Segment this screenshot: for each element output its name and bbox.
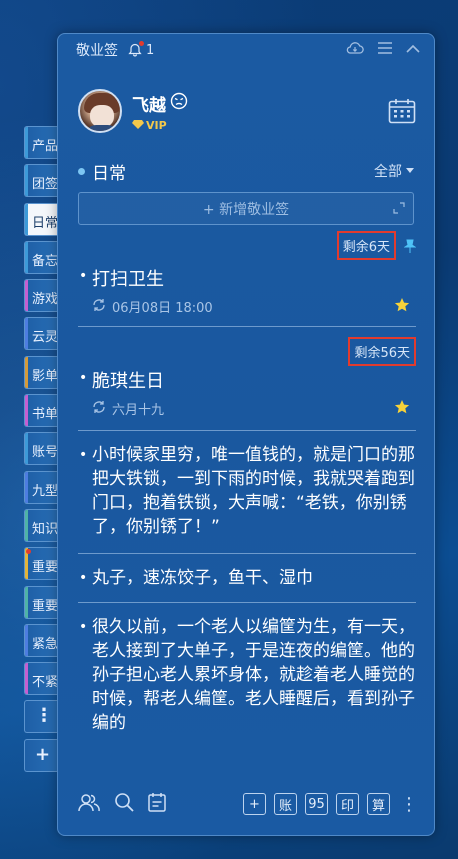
chevron-down-icon (406, 168, 414, 173)
note-item[interactable]: • 丸子，速冻饺子，鱼干、湿巾 (78, 554, 416, 603)
tab-label: 知识 (32, 521, 59, 537)
username: 飞越 (132, 95, 166, 116)
remaining-days-badge: 剩余56天 (348, 337, 416, 366)
print-label: 印 (340, 798, 354, 814)
add-note-label: + 新增敬业签 (202, 201, 290, 218)
print-button[interactable]: 印 (336, 793, 359, 815)
tab-label: 紧急 (32, 636, 59, 652)
tab-label: 书单 (32, 407, 59, 423)
repeat-icon (92, 400, 106, 418)
note-meta: 六月十九 (78, 399, 164, 418)
plus-icon: + (35, 743, 51, 765)
app-name: 敬业签 (76, 43, 118, 59)
filter-dropdown[interactable]: 全部 (374, 161, 414, 181)
ledger-label: 账 (278, 798, 292, 814)
menu-icon[interactable] (378, 42, 392, 58)
profile-header: 飞越 VIP (58, 66, 434, 156)
tab-label: 日常 (32, 215, 59, 231)
note-text: • 丸子，速冻饺子，鱼干、湿巾 (79, 568, 313, 588)
note-title-row: • 打扫卫生 (79, 268, 164, 290)
tab-label: 团签 (32, 177, 59, 193)
vip-label: VIP (146, 118, 167, 132)
tab-label: 不紧 (32, 675, 59, 691)
note-title: 脆琪生日 (92, 371, 164, 392)
category-dot (78, 167, 85, 175)
bottom-toolbar: + 账 95 印 算 ⋮ (58, 773, 434, 835)
tab-label: 游戏 (32, 292, 59, 308)
title-bar: 敬业签 1 (58, 34, 434, 66)
collapse-icon[interactable] (406, 42, 420, 58)
notification-dot (139, 41, 144, 46)
main-panel: 敬业签 1 飞越 VIP 日常 全部 + 新增敬业签 剩余6天 • 打扫卫生 0… (57, 33, 435, 836)
tab-label: 云灵 (32, 330, 59, 346)
avatar[interactable] (78, 89, 122, 133)
tab-label: 影单 (32, 368, 59, 384)
remaining-days-badge: 剩余6天 (336, 231, 396, 260)
tab-label: 账号 (32, 445, 59, 461)
category-header: 日常 全部 (58, 156, 434, 186)
tab-label: 备忘 (32, 253, 59, 269)
ledger-button[interactable]: 账 (274, 793, 297, 815)
add-note-button[interactable]: + 新增敬业签 (78, 192, 414, 225)
note-text: • 小时候家里穷，唯一值钱的，就是门口的那把大铁锁，一到下雨的时候，我就哭着跑到门… (79, 445, 415, 537)
expand-icon[interactable] (393, 202, 405, 218)
tab-label: 重要 (32, 560, 59, 576)
more-vertical-icon: ⋮ (35, 705, 53, 727)
search-icon[interactable] (114, 792, 134, 816)
repeat-icon (92, 298, 106, 316)
tab-label: 九型 (32, 483, 59, 499)
calculator-label: 算 (371, 798, 385, 814)
note-reminder-time: 六月十九 (112, 403, 165, 418)
star-icon[interactable] (394, 297, 410, 317)
note-item[interactable]: • 很久以前，一个老人以编筐为生，有一天，老人接到了大单子，于是连夜的编筐。他的孙… (78, 603, 416, 747)
tab-label: 重要 (32, 598, 59, 614)
username-row: 飞越 (132, 91, 188, 116)
vip-badge: VIP (132, 119, 188, 132)
diamond-icon (132, 119, 144, 132)
more-vertical-icon[interactable]: ⋮ (400, 794, 418, 815)
note-item[interactable]: 剩余56天 • 脆琪生日 六月十九 (78, 327, 416, 431)
users-icon[interactable] (78, 792, 100, 816)
pin-icon[interactable] (403, 238, 417, 257)
notes-list-icon[interactable] (148, 792, 166, 816)
notification-dot (26, 549, 31, 555)
note-list: 剩余6天 • 打扫卫生 06月08日 18:00 剩余56天 • 脆琪生日 六月… (58, 227, 434, 775)
star-icon[interactable] (394, 399, 410, 419)
note-item[interactable]: 剩余6天 • 打扫卫生 06月08日 18:00 (78, 227, 417, 327)
filter-label: 全部 (374, 164, 402, 180)
notification-count: 1 (146, 42, 155, 58)
note-title: 打扫卫生 (92, 269, 164, 290)
note-title-row: • 脆琪生日 (79, 370, 164, 392)
angry-face-icon (170, 92, 188, 115)
note-meta: 06月08日 18:00 (78, 297, 213, 316)
note-item[interactable]: • 小时候家里穷，唯一值钱的，就是门口的那把大铁锁，一到下雨的时候，我就哭着跑到门… (78, 431, 416, 554)
plus-icon: + (249, 796, 260, 812)
number-95-button[interactable]: 95 (305, 793, 328, 815)
cloud-sync-icon[interactable] (346, 41, 364, 59)
number-95-label: 95 (308, 796, 325, 812)
tab-label: 产品 (32, 139, 59, 154)
note-text: • 很久以前，一个老人以编筐为生，有一天，老人接到了大单子，于是连夜的编筐。他的孙… (79, 617, 415, 733)
calculator-button[interactable]: 算 (367, 793, 390, 815)
add-button[interactable]: + (243, 793, 266, 815)
note-reminder-time: 06月08日 18:00 (112, 301, 213, 316)
calendar-icon[interactable] (388, 98, 416, 128)
bell-icon[interactable] (128, 41, 144, 57)
category-name: 日常 (92, 163, 126, 184)
